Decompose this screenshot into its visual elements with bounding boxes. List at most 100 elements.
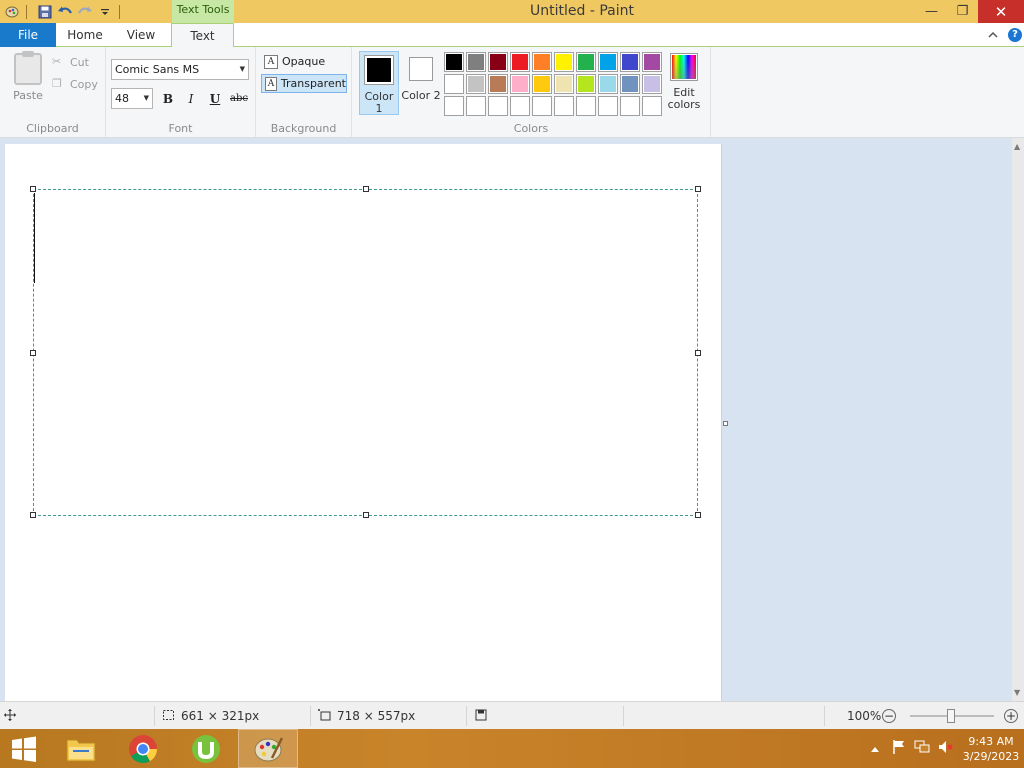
taskbar-chrome[interactable]: [113, 729, 173, 768]
collapse-ribbon-icon[interactable]: [988, 28, 998, 42]
clock-date: 3/29/2023: [962, 749, 1020, 763]
network-icon[interactable]: [914, 740, 930, 757]
resize-handle-nw[interactable]: [30, 186, 36, 192]
opaque-button[interactable]: A Opaque: [261, 52, 347, 71]
help-area: ?: [988, 23, 1022, 47]
scroll-up-icon[interactable]: ▲: [1014, 142, 1020, 151]
resize-handle-w[interactable]: [30, 350, 36, 356]
taskbar-file-explorer[interactable]: [51, 729, 111, 768]
font-family-select[interactable]: Comic Sans MS ▼: [111, 59, 249, 80]
strikethrough-button[interactable]: abc: [228, 90, 250, 108]
bold-button[interactable]: B: [159, 90, 177, 108]
maximize-button[interactable]: ❐: [947, 0, 978, 23]
palette-swatch[interactable]: [466, 52, 486, 72]
color2-button[interactable]: Color 2: [401, 51, 441, 115]
edit-colors-button[interactable]: Edit colors: [666, 53, 702, 111]
palette-swatch[interactable]: [532, 96, 552, 116]
palette-swatch[interactable]: [576, 96, 596, 116]
undo-icon[interactable]: [57, 4, 73, 20]
chevron-down-icon: ▼: [239, 65, 245, 73]
zoom-out-button[interactable]: −: [882, 702, 896, 730]
palette-swatch[interactable]: [444, 96, 464, 116]
palette-swatch[interactable]: [620, 74, 640, 94]
palette-swatch-fill: [578, 76, 594, 92]
copy-button[interactable]: ❐ Copy: [52, 75, 98, 93]
resize-handle-ne[interactable]: [695, 186, 701, 192]
tab-file[interactable]: File: [0, 23, 56, 47]
palette-swatch[interactable]: [598, 74, 618, 94]
palette-swatch[interactable]: [532, 52, 552, 72]
action-center-flag-icon[interactable]: [892, 739, 906, 758]
chevron-down-icon: ▼: [143, 94, 149, 102]
font-size-select[interactable]: 48 ▼: [111, 88, 153, 109]
transparent-button[interactable]: A Transparent: [261, 74, 347, 93]
status-separator: [623, 706, 624, 726]
palette-swatch[interactable]: [576, 52, 596, 72]
palette-swatch[interactable]: [620, 96, 640, 116]
italic-button[interactable]: I: [182, 90, 200, 108]
customize-qat-icon[interactable]: [97, 4, 113, 20]
tab-text[interactable]: Text: [171, 23, 234, 48]
help-icon[interactable]: ?: [1008, 28, 1022, 42]
palette-swatch[interactable]: [466, 74, 486, 94]
paste-button[interactable]: Paste: [8, 51, 48, 102]
zoom-in-button[interactable]: +: [1004, 702, 1018, 730]
palette-swatch[interactable]: [488, 74, 508, 94]
vertical-scrollbar[interactable]: ▲ ▼: [1012, 138, 1024, 701]
taskbar-utorrent[interactable]: [176, 729, 236, 768]
cursor-position: [4, 702, 16, 730]
zoom-level-text: 100%: [847, 709, 882, 723]
resize-handle-s[interactable]: [363, 512, 369, 518]
palette-swatch[interactable]: [510, 74, 530, 94]
palette-swatch-fill: [534, 54, 550, 70]
paint-app-icon[interactable]: [4, 4, 20, 20]
palette-swatch-fill: [622, 76, 638, 92]
color1-button[interactable]: Color 1: [359, 51, 399, 115]
palette-swatch[interactable]: [554, 52, 574, 72]
resize-handle-se[interactable]: [695, 512, 701, 518]
resize-handle-n[interactable]: [363, 186, 369, 192]
paste-label: Paste: [13, 89, 43, 102]
palette-swatch[interactable]: [598, 52, 618, 72]
palette-swatch[interactable]: [642, 96, 662, 116]
minimize-button[interactable]: —: [916, 0, 947, 23]
font-size-value: 48: [115, 92, 129, 105]
palette-swatch[interactable]: [444, 52, 464, 72]
cut-button[interactable]: ✂ Cut: [52, 53, 89, 71]
zoom-slider-thumb[interactable]: [947, 709, 955, 723]
palette-swatch[interactable]: [642, 52, 662, 72]
taskbar-clock[interactable]: 9:43 AM 3/29/2023: [958, 734, 1024, 764]
palette-swatch[interactable]: [620, 52, 640, 72]
show-hidden-icons-icon[interactable]: [870, 742, 880, 756]
tab-home[interactable]: Home: [57, 23, 113, 47]
resize-handle-e[interactable]: [695, 350, 701, 356]
palette-swatch[interactable]: [488, 96, 508, 116]
palette-swatch[interactable]: [510, 52, 530, 72]
volume-muted-icon[interactable]: [938, 740, 954, 757]
palette-swatch[interactable]: [554, 96, 574, 116]
copy-label: Copy: [70, 77, 98, 91]
text-box-selection[interactable]: [33, 189, 698, 516]
canvas-size: 718 × 557px: [318, 702, 415, 730]
canvas-resize-handle[interactable]: [723, 421, 728, 426]
palette-swatch[interactable]: [576, 74, 596, 94]
underline-button[interactable]: U: [206, 90, 224, 108]
palette-swatch[interactable]: [510, 96, 530, 116]
taskbar-paint[interactable]: [238, 729, 298, 768]
palette-swatch[interactable]: [598, 96, 618, 116]
palette-swatch[interactable]: [466, 96, 486, 116]
scroll-down-icon[interactable]: ▼: [1014, 688, 1020, 697]
redo-icon[interactable]: [77, 4, 93, 20]
windows-logo-icon: [12, 736, 36, 762]
palette-swatch[interactable]: [532, 74, 552, 94]
palette-swatch[interactable]: [444, 74, 464, 94]
palette-swatch[interactable]: [642, 74, 662, 94]
start-button[interactable]: [0, 729, 48, 768]
palette-swatch[interactable]: [488, 52, 508, 72]
text-tools-context-label: Text Tools: [172, 0, 234, 23]
resize-handle-sw[interactable]: [30, 512, 36, 518]
close-button[interactable]: ✕: [978, 0, 1024, 23]
tab-view[interactable]: View: [113, 23, 169, 47]
palette-swatch[interactable]: [554, 74, 574, 94]
save-icon[interactable]: [37, 4, 53, 20]
